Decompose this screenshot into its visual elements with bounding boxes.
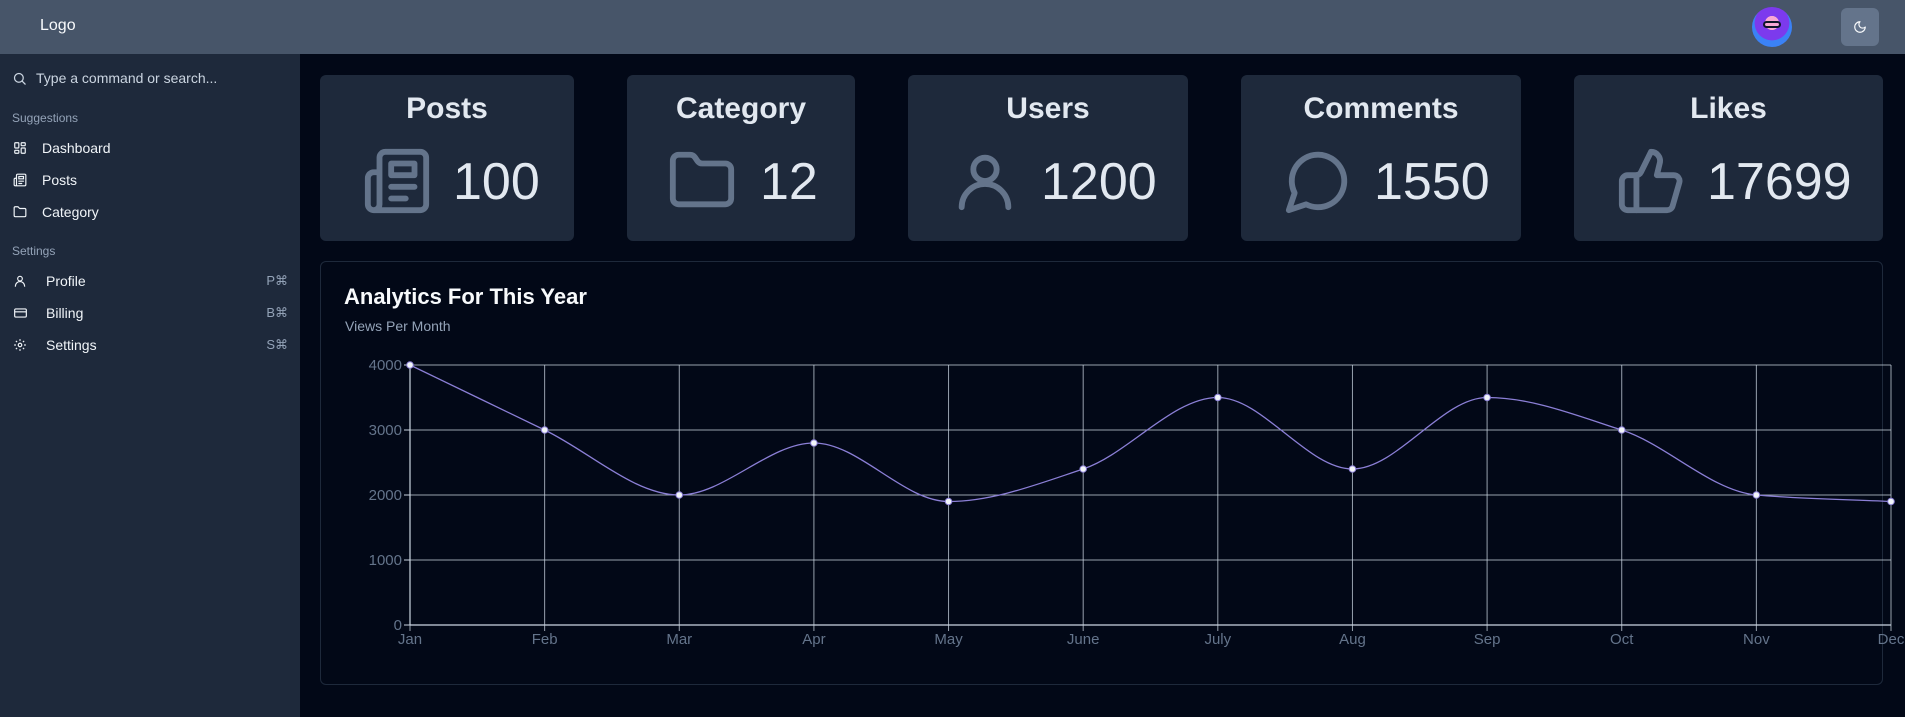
x-tick-label: July xyxy=(1204,631,1231,648)
series-line xyxy=(409,364,1892,503)
data-point xyxy=(675,491,684,499)
y-tick-label: 1000 xyxy=(369,552,402,569)
x-tick-label: Apr xyxy=(802,631,825,648)
data-point xyxy=(944,497,953,506)
y-tick-label: 4000 xyxy=(369,357,402,374)
x-tick-label: June xyxy=(1067,631,1100,648)
x-tick-label: Oct xyxy=(1610,631,1634,648)
x-tick-label: Nov xyxy=(1743,631,1770,648)
x-tick-label: Jan xyxy=(398,631,422,648)
data-point xyxy=(1214,393,1222,402)
x-tick-label: Mar xyxy=(666,631,692,648)
y-tick-label: 2000 xyxy=(369,487,402,504)
views-line-chart: 01000200030004000Jan Feb Mar Apr May June July… xyxy=(369,357,1905,648)
x-tick-label: Sep xyxy=(1474,631,1501,648)
x-tick-label: Aug xyxy=(1339,631,1366,648)
data-point xyxy=(1887,497,1895,506)
x-tick-label: Dec xyxy=(1878,631,1905,648)
data-point xyxy=(1483,393,1491,402)
x-tick-label: Feb xyxy=(532,631,558,648)
data-point xyxy=(1079,465,1087,473)
y-tick-label: 3000 xyxy=(369,422,402,439)
data-point xyxy=(1348,465,1357,473)
data-point xyxy=(1752,491,1761,499)
data-point xyxy=(540,426,549,434)
data-point xyxy=(406,361,414,369)
data-point xyxy=(810,439,818,447)
data-point xyxy=(1617,426,1626,434)
x-tick-label: May xyxy=(934,631,963,648)
